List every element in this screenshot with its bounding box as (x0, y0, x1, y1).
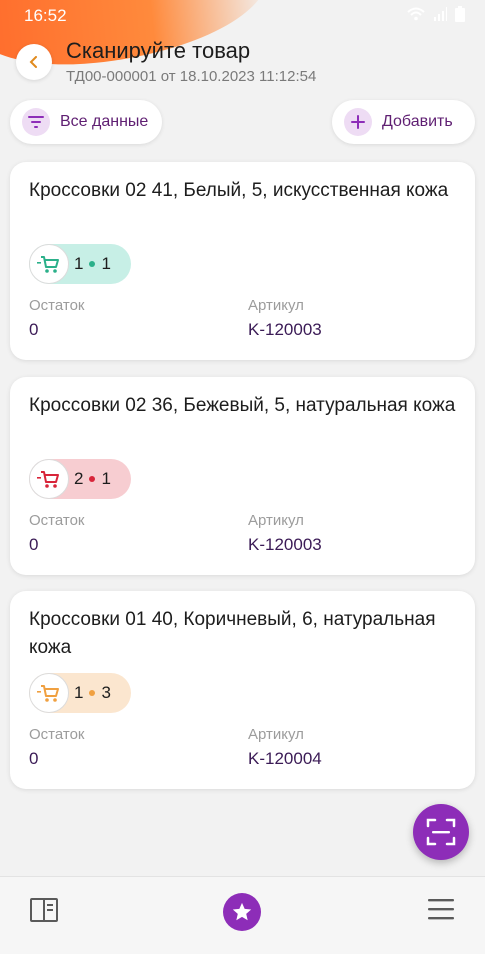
scan-icon (426, 818, 456, 846)
hamburger-icon (428, 899, 454, 920)
product-name: Кроссовки 02 36, Бежевый, 5, натуральная… (29, 395, 456, 416)
quantity-chip: 1 1 (29, 244, 131, 284)
quantity-chip: 1 3 (29, 673, 131, 713)
scanned-count: 1 (74, 254, 84, 273)
scanned-count: 1 (74, 683, 84, 702)
article-label: Артикул (248, 512, 304, 529)
status-time: 16:52 (24, 6, 67, 25)
stock-value: 0 (29, 535, 39, 554)
product-card[interactable]: Кроссовки 02 41, Белый, 5, искусственная… (10, 162, 475, 360)
product-card[interactable]: Кроссовки 02 36, Бежевый, 5, натуральная… (10, 377, 475, 575)
scanned-count: 2 (74, 469, 84, 488)
add-button[interactable]: Добавить (332, 100, 475, 144)
cart-icon (29, 673, 69, 713)
quantity-chip: 2 1 (29, 459, 131, 499)
product-name: Кроссовки 02 41, Белый, 5, искусственная… (29, 180, 449, 201)
nav-documents-button[interactable] (30, 897, 58, 928)
product-card[interactable]: Кроссовки 01 40, Коричневый, 6, натураль… (10, 591, 475, 789)
bottom-navigation (0, 876, 485, 954)
cart-icon (29, 244, 69, 284)
stock-value: 0 (29, 749, 39, 768)
cart-icon (29, 459, 69, 499)
book-icon (30, 898, 58, 922)
stock-value: 0 (29, 320, 39, 339)
status-bar: 16:52 (0, 0, 485, 76)
expected-count: 1 (101, 254, 111, 273)
article-label: Артикул (248, 297, 304, 314)
filter-icon (22, 108, 50, 136)
article-label: Артикул (248, 726, 304, 743)
stock-label: Остаток (29, 726, 85, 743)
separator-dot (89, 261, 96, 267)
article-value: K-120003 (248, 320, 322, 339)
battery-icon (455, 6, 465, 22)
separator-dot (89, 690, 96, 696)
back-button[interactable] (16, 44, 52, 80)
stock-label: Остаток (29, 512, 85, 529)
all-data-label: Все данные (60, 113, 149, 130)
scan-button[interactable] (413, 804, 469, 860)
nav-favorites-button[interactable] (223, 893, 261, 931)
expected-count: 1 (101, 469, 111, 488)
document-subtitle: ТД00-000001 от 18.10.2023 11:12:54 (66, 68, 317, 85)
signal-icon (434, 7, 447, 21)
wifi-icon (407, 7, 425, 21)
expected-count: 3 (101, 683, 111, 702)
plus-icon (344, 108, 372, 136)
all-data-filter-button[interactable]: Все данные (10, 100, 162, 144)
nav-menu-button[interactable] (428, 897, 454, 926)
article-value: K-120003 (248, 535, 322, 554)
stock-label: Остаток (29, 297, 85, 314)
chevron-left-icon (29, 56, 37, 68)
status-icons (407, 6, 465, 22)
product-name: Кроссовки 01 40, Коричневый, 6, натураль… (29, 609, 436, 658)
add-label: Добавить (382, 113, 453, 130)
star-icon (232, 902, 252, 921)
separator-dot (89, 476, 96, 482)
article-value: K-120004 (248, 749, 322, 768)
page-title: Сканируйте товар (66, 38, 251, 63)
